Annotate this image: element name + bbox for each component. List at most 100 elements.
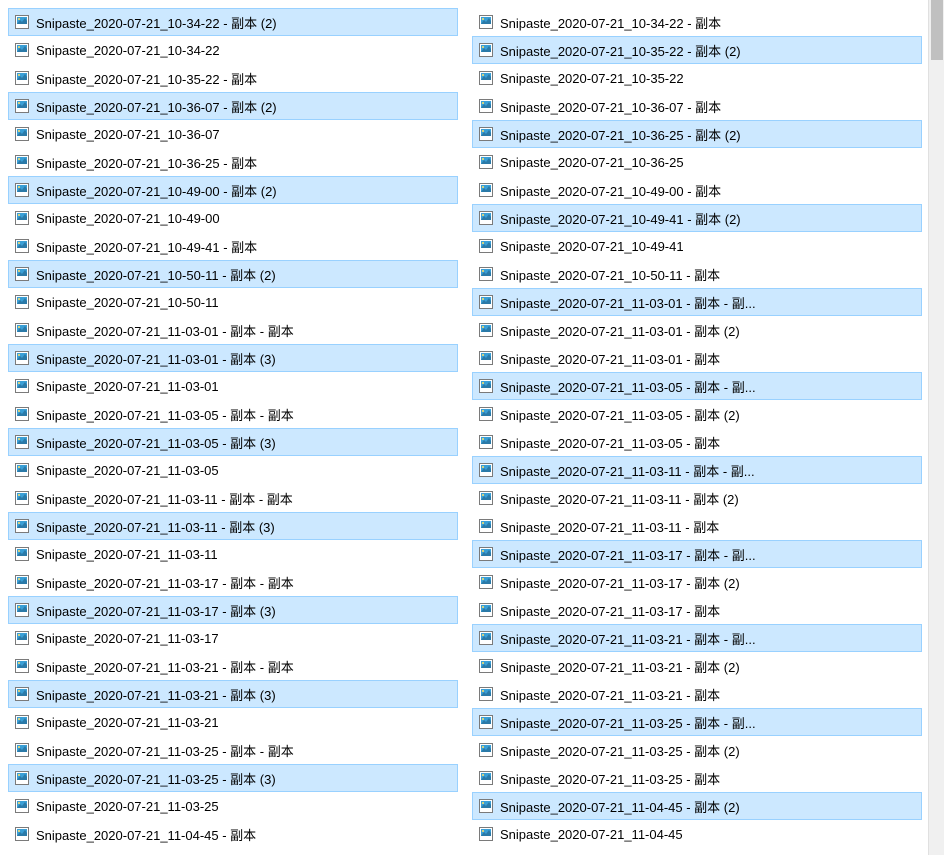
file-item[interactable]: Snipaste_2020-07-21_11-03-25 - 副本 (2): [464, 736, 928, 764]
file-item[interactable]: Snipaste_2020-07-21_11-03-01 - 副本 (3): [8, 344, 458, 372]
file-item[interactable]: Snipaste_2020-07-21_10-36-07: [0, 120, 464, 148]
file-item[interactable]: Snipaste_2020-07-21_11-03-25 - 副本 - 副...: [472, 708, 922, 736]
file-item[interactable]: Snipaste_2020-07-21_10-49-00 - 副本 (2): [8, 176, 458, 204]
file-item[interactable]: Snipaste_2020-07-21_11-03-01 - 副本 - 副本: [0, 316, 464, 344]
file-label: Snipaste_2020-07-21_11-03-05 - 副本 (3): [36, 433, 276, 452]
image-file-icon: [14, 210, 30, 226]
file-label: Snipaste_2020-07-21_10-34-22 - 副本 (2): [36, 13, 277, 32]
image-file-icon: [478, 630, 494, 646]
file-item[interactable]: Snipaste_2020-07-21_11-03-17 - 副本 - 副本: [0, 568, 464, 596]
file-item[interactable]: Snipaste_2020-07-21_11-03-05 - 副本 - 副本: [0, 400, 464, 428]
image-file-icon: [14, 658, 30, 674]
file-item[interactable]: Snipaste_2020-07-21_11-03-11 - 副本: [464, 512, 928, 540]
file-item[interactable]: Snipaste_2020-07-21_11-03-25 - 副本 - 副本: [0, 736, 464, 764]
file-item[interactable]: Snipaste_2020-07-21_11-03-01 - 副本: [464, 344, 928, 372]
file-item[interactable]: Snipaste_2020-07-21_10-35-22 - 副本 (2): [472, 36, 922, 64]
image-file-icon: [478, 714, 494, 730]
image-file-icon: [14, 462, 30, 478]
file-item[interactable]: Snipaste_2020-07-21_10-36-25 - 副本 (2): [472, 120, 922, 148]
file-item[interactable]: Snipaste_2020-07-21_11-03-11 - 副本 (3): [8, 512, 458, 540]
file-list-area[interactable]: Snipaste_2020-07-21_10-34-22 - 副本 (2) Sni…: [0, 0, 928, 855]
file-item[interactable]: Snipaste_2020-07-21_11-03-21 - 副本 (2): [464, 652, 928, 680]
file-label: Snipaste_2020-07-21_11-03-25 - 副本 - 副本: [36, 741, 294, 760]
file-item[interactable]: Snipaste_2020-07-21_11-03-21 - 副本 - 副...: [472, 624, 922, 652]
file-label: Snipaste_2020-07-21_10-36-07: [36, 127, 220, 142]
file-label: Snipaste_2020-07-21_10-49-00 - 副本: [500, 181, 721, 200]
file-item[interactable]: Snipaste_2020-07-21_10-36-25: [464, 148, 928, 176]
file-item[interactable]: Snipaste_2020-07-21_11-03-05 - 副本 (2): [464, 400, 928, 428]
file-label: Snipaste_2020-07-21_11-03-11 - 副本: [500, 517, 719, 536]
file-label: Snipaste_2020-07-21_11-04-45 - 副本 (2): [500, 797, 740, 816]
file-label: Snipaste_2020-07-21_11-03-05 - 副本 (2): [500, 405, 740, 424]
file-item[interactable]: Snipaste_2020-07-21_10-34-22: [0, 36, 464, 64]
file-column-left: Snipaste_2020-07-21_10-34-22 - 副本 (2) Sni…: [0, 8, 464, 855]
file-item[interactable]: Snipaste_2020-07-21_11-03-17 - 副本 (3): [8, 596, 458, 624]
file-label: Snipaste_2020-07-21_11-03-21 - 副本: [500, 685, 720, 704]
image-file-icon: [14, 98, 30, 114]
file-item[interactable]: Snipaste_2020-07-21_11-03-21 - 副本: [464, 680, 928, 708]
file-label: Snipaste_2020-07-21_11-03-05 - 副本 - 副...: [500, 377, 756, 396]
file-label: Snipaste_2020-07-21_11-03-25 - 副本 (3): [36, 769, 276, 788]
file-item[interactable]: Snipaste_2020-07-21_10-34-22 - 副本: [464, 8, 928, 36]
file-item[interactable]: Snipaste_2020-07-21_11-04-45 - 副本: [0, 820, 464, 848]
file-label: Snipaste_2020-07-21_11-03-21 - 副本 (2): [500, 657, 740, 676]
file-label: Snipaste_2020-07-21_10-49-41 - 副本 (2): [500, 209, 741, 228]
file-label: Snipaste_2020-07-21_11-03-05 - 副本: [500, 433, 720, 452]
file-item[interactable]: Snipaste_2020-07-21_11-03-01 - 副本 - 副...: [472, 288, 922, 316]
image-file-icon: [478, 182, 494, 198]
file-item[interactable]: Snipaste_2020-07-21_11-03-11 - 副本 (2): [464, 484, 928, 512]
file-item[interactable]: Snipaste_2020-07-21_10-49-41 - 副本 (2): [472, 204, 922, 232]
image-file-icon: [478, 434, 494, 450]
file-item[interactable]: Snipaste_2020-07-21_10-35-22 - 副本: [0, 64, 464, 92]
file-item[interactable]: Snipaste_2020-07-21_11-03-17 - 副本 (2): [464, 568, 928, 596]
file-label: Snipaste_2020-07-21_10-36-25 - 副本: [36, 153, 257, 172]
file-item[interactable]: Snipaste_2020-07-21_11-03-25 - 副本: [464, 764, 928, 792]
vertical-scrollbar[interactable]: [928, 0, 944, 855]
file-item[interactable]: Snipaste_2020-07-21_11-03-17: [0, 624, 464, 652]
file-item[interactable]: Snipaste_2020-07-21_11-03-21 - 副本 (3): [8, 680, 458, 708]
file-label: Snipaste_2020-07-21_11-03-17 - 副本 (2): [500, 573, 740, 592]
file-label: Snipaste_2020-07-21_10-49-41 - 副本: [36, 237, 257, 256]
file-item[interactable]: Snipaste_2020-07-21_11-03-01: [0, 372, 464, 400]
file-label: Snipaste_2020-07-21_10-49-00 - 副本 (2): [36, 181, 277, 200]
file-label: Snipaste_2020-07-21_11-03-01: [36, 379, 219, 394]
file-item[interactable]: Snipaste_2020-07-21_10-34-22 - 副本 (2): [8, 8, 458, 36]
image-file-icon: [478, 266, 494, 282]
image-file-icon: [14, 574, 30, 590]
file-item[interactable]: Snipaste_2020-07-21_10-50-11: [0, 288, 464, 316]
file-item[interactable]: Snipaste_2020-07-21_11-03-25: [0, 792, 464, 820]
file-item[interactable]: Snipaste_2020-07-21_11-03-05 - 副本: [464, 428, 928, 456]
file-label: Snipaste_2020-07-21_11-03-01 - 副本: [500, 349, 720, 368]
file-item[interactable]: Snipaste_2020-07-21_10-35-22: [464, 64, 928, 92]
file-item[interactable]: Snipaste_2020-07-21_10-49-41: [464, 232, 928, 260]
file-item[interactable]: Snipaste_2020-07-21_10-50-11 - 副本: [464, 260, 928, 288]
file-item[interactable]: Snipaste_2020-07-21_11-03-05: [0, 456, 464, 484]
file-item[interactable]: Snipaste_2020-07-21_10-36-07 - 副本: [464, 92, 928, 120]
image-file-icon: [478, 686, 494, 702]
file-item[interactable]: Snipaste_2020-07-21_10-49-00: [0, 204, 464, 232]
file-item[interactable]: Snipaste_2020-07-21_11-04-45: [464, 820, 928, 848]
file-item[interactable]: Snipaste_2020-07-21_11-03-11 - 副本 - 副本: [0, 484, 464, 512]
image-file-icon: [478, 742, 494, 758]
file-item[interactable]: Snipaste_2020-07-21_10-36-07 - 副本 (2): [8, 92, 458, 120]
file-item[interactable]: Snipaste_2020-07-21_11-03-05 - 副本 (3): [8, 428, 458, 456]
file-item[interactable]: Snipaste_2020-07-21_11-03-21: [0, 708, 464, 736]
file-item[interactable]: Snipaste_2020-07-21_11-03-17 - 副本: [464, 596, 928, 624]
file-item[interactable]: Snipaste_2020-07-21_11-03-17 - 副本 - 副...: [472, 540, 922, 568]
file-item[interactable]: Snipaste_2020-07-21_10-36-25 - 副本: [0, 148, 464, 176]
file-item[interactable]: Snipaste_2020-07-21_11-03-01 - 副本 (2): [464, 316, 928, 344]
image-file-icon: [14, 630, 30, 646]
file-item[interactable]: Snipaste_2020-07-21_11-03-05 - 副本 - 副...: [472, 372, 922, 400]
file-item[interactable]: Snipaste_2020-07-21_11-03-11: [0, 540, 464, 568]
file-item[interactable]: Snipaste_2020-07-21_10-49-41 - 副本: [0, 232, 464, 260]
file-item[interactable]: Snipaste_2020-07-21_11-03-21 - 副本 - 副本: [0, 652, 464, 680]
file-item[interactable]: Snipaste_2020-07-21_10-49-00 - 副本: [464, 176, 928, 204]
file-item[interactable]: Snipaste_2020-07-21_11-03-25 - 副本 (3): [8, 764, 458, 792]
file-label: Snipaste_2020-07-21_11-03-17 - 副本 - 副...: [500, 545, 756, 564]
file-item[interactable]: Snipaste_2020-07-21_10-50-11 - 副本 (2): [8, 260, 458, 288]
file-item[interactable]: Snipaste_2020-07-21_11-04-45 - 副本 (2): [472, 792, 922, 820]
file-item[interactable]: Snipaste_2020-07-21_11-03-11 - 副本 - 副...: [472, 456, 922, 484]
scrollbar-thumb[interactable]: [931, 0, 943, 60]
file-label: Snipaste_2020-07-21_11-03-17 - 副本: [500, 601, 720, 620]
image-file-icon: [14, 154, 30, 170]
